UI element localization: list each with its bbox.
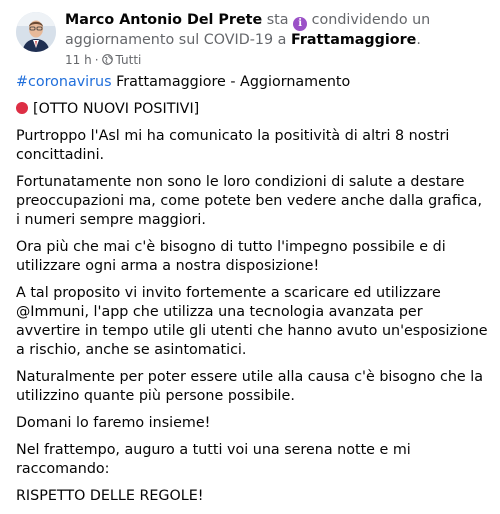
alert-line: [OTTO NUOVI POSITIVI] bbox=[16, 100, 488, 119]
paragraph: A tal proposito vi invito fortemente a s… bbox=[16, 285, 488, 358]
author-line: Marco Antonio Del Prete sta i condividen… bbox=[65, 11, 485, 49]
paragraph: RISPETTO DELLE REGOLE! bbox=[16, 488, 204, 504]
activity-prefix: sta bbox=[266, 12, 289, 28]
red-circle-icon bbox=[16, 102, 28, 114]
info-icon: i bbox=[293, 17, 308, 31]
paragraph: Nel frattempo, auguro a tutti voi una se… bbox=[16, 442, 411, 477]
place-suffix: . bbox=[416, 32, 421, 48]
post-header: Marco Antonio Del Prete sta i condividen… bbox=[16, 8, 492, 68]
globe-icon bbox=[101, 53, 113, 65]
meta-separator: · bbox=[94, 53, 99, 67]
post-time[interactable]: 11 h bbox=[65, 53, 92, 67]
paragraph: Ora più che mai c'è bisogno di tutto l'i… bbox=[16, 239, 446, 274]
paragraph: Purtroppo l'Asl mi ha comunicato la posi… bbox=[16, 128, 450, 163]
alert-text: [OTTO NUOVI POSITIVI] bbox=[33, 101, 200, 117]
hashtag-link[interactable]: #coronavirus bbox=[16, 74, 112, 90]
author-name[interactable]: Marco Antonio Del Prete bbox=[65, 12, 262, 28]
place-link[interactable]: Frattamaggiore bbox=[291, 32, 416, 48]
facebook-post: Marco Antonio Del Prete sta i condividen… bbox=[0, 0, 500, 504]
audience-label: Tutti bbox=[115, 53, 142, 67]
post-meta: 11 h · Tutti bbox=[65, 52, 141, 68]
title-text: Frattamaggiore - Aggiornamento bbox=[111, 74, 351, 90]
paragraph: Domani lo faremo insieme! bbox=[16, 415, 211, 431]
avatar[interactable] bbox=[16, 12, 56, 52]
post-title: #coronavirus Frattamaggiore - Aggiorname… bbox=[16, 73, 488, 92]
paragraph: Fortunatamente non sono le loro condizio… bbox=[16, 174, 482, 228]
post-body: #coronavirus Frattamaggiore - Aggiorname… bbox=[16, 73, 488, 514]
paragraph: Naturalmente per poter essere utile alla… bbox=[16, 369, 483, 404]
